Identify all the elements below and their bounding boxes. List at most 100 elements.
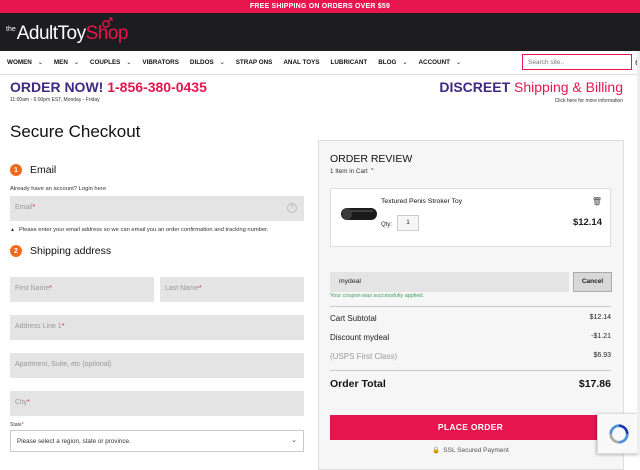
email-note: ▲ Please enter your email address so we c…: [10, 227, 304, 233]
more-info-link[interactable]: Click here for more information: [555, 98, 623, 104]
first-name-field[interactable]: First Name*: [10, 277, 154, 302]
address-line-1-field[interactable]: Address Line 1*: [10, 315, 304, 340]
divider: [330, 370, 611, 371]
nav-label: BLOG: [378, 59, 396, 66]
required-marker: *: [22, 422, 24, 428]
recaptcha-badge[interactable]: [597, 413, 640, 454]
required-marker: *: [27, 399, 30, 406]
shipping-value: $6.93: [593, 352, 611, 359]
nav-item-women[interactable]: WOMEN ⌄: [7, 59, 43, 66]
order-review-title: ORDER REVIEW: [330, 153, 412, 165]
order-bar: ORDER NOW! 1-856-380-0435 11:00am - 6:00…: [0, 75, 640, 111]
nav-item-lubricant[interactable]: LUBRICANT: [331, 59, 368, 66]
nav-item-couples[interactable]: COUPLES ⌄: [90, 59, 131, 66]
placeholder-text: First Name: [15, 285, 49, 292]
page-title: Secure Checkout: [10, 122, 304, 142]
chevron-down-icon: ⌄: [126, 59, 131, 66]
product-name[interactable]: Textured Penis Stroker Toy: [381, 198, 462, 205]
total-label: Order Total: [330, 378, 386, 390]
site-header: the Adult Toy Shop: [0, 13, 640, 51]
logo-adult: Adult: [17, 23, 58, 45]
nav-item-blog[interactable]: BLOG ⌄: [378, 59, 407, 66]
business-hours: 11:00am - 6:00pm EST, Monday - Friday: [10, 97, 100, 103]
email-field[interactable]: Email* ?: [10, 196, 304, 221]
promo-banner: FREE SHIPPING ON ORDERS OVER $59: [0, 0, 640, 13]
chevron-up-icon: ⌃: [370, 168, 375, 175]
cancel-coupon-button[interactable]: Cancel: [573, 272, 612, 292]
logo-the: the: [6, 26, 16, 33]
nav-item-dildos[interactable]: DILDOS⌄: [190, 59, 225, 66]
email-note-text: Please enter your email address so we ca…: [19, 227, 268, 233]
required-marker: *: [62, 323, 65, 330]
nav-item-vibrators[interactable]: VIBRATORS: [142, 59, 179, 66]
step-number: 1: [10, 164, 22, 176]
step-title: Email: [30, 164, 56, 176]
step-title: Shipping address: [30, 245, 111, 257]
ssl-text: SSL Secured Payment: [443, 447, 509, 454]
last-name-placeholder: Last Name*: [165, 285, 202, 292]
city-field[interactable]: City*: [10, 391, 304, 416]
step-number: 2: [10, 245, 22, 257]
subtotal-value: $12.14: [590, 314, 611, 321]
nav-label: VIBRATORS: [142, 59, 179, 66]
placeholder-text: Address Line 1: [15, 323, 62, 330]
order-review-panel: ORDER REVIEW 1 Item in Cart ⌃ Textured P…: [318, 140, 624, 470]
order-now-heading[interactable]: ORDER NOW! 1-856-380-0435: [10, 79, 207, 95]
quantity-input[interactable]: 1: [397, 215, 419, 231]
subtotal-label: Cart Subtotal: [330, 314, 377, 323]
address-line-1-placeholder: Address Line 1*: [15, 323, 64, 330]
nav-label: DILDOS: [190, 59, 214, 66]
items-in-cart-toggle[interactable]: 1 Item in Cart ⌃: [330, 168, 375, 175]
nav-item-anal-toys[interactable]: ANAL TOYS: [283, 59, 319, 66]
email-placeholder: Email*: [15, 204, 35, 211]
chevron-down-icon: ⌄: [402, 59, 407, 66]
qty-label: Qty:: [381, 222, 392, 228]
items-in-cart-text: 1 Item in Cart: [330, 168, 368, 175]
coupon-input[interactable]: mydeal: [330, 272, 569, 292]
nav-label: STRAP ONS: [236, 59, 273, 66]
required-marker: *: [49, 285, 52, 292]
coupon-success-message: Your coupon was successfully applied.: [330, 293, 424, 299]
discount-label: Discount mydeal: [330, 333, 389, 342]
address-line-2-field[interactable]: Apartment, Suite, etc (optional): [10, 353, 304, 378]
last-name-field[interactable]: Last Name*: [160, 277, 304, 302]
discreet-label: DISCREET: [439, 79, 510, 95]
required-marker: *: [199, 285, 202, 292]
required-marker: *: [33, 204, 36, 211]
nav-label: WOMEN: [7, 59, 32, 66]
checkout-form: Secure Checkout 1 Email Already have an …: [10, 111, 304, 452]
item-price: $12.14: [573, 217, 602, 228]
login-link[interactable]: Already have an account? Login here: [10, 186, 304, 192]
site-logo[interactable]: the Adult Toy Shop: [6, 19, 128, 45]
state-select[interactable]: Please select a region, state or provinc…: [10, 430, 304, 452]
placeholder-text: City: [15, 399, 27, 406]
nav-label: COUPLES: [90, 59, 120, 66]
chevron-down-icon: ⌄: [456, 59, 461, 66]
ssl-badge: 🔒SSL Secured Payment: [330, 446, 611, 454]
main-nav: WOMEN⌄ MEN⌄ COUPLES⌄ VIBRATORS DILDOS⌄ S…: [0, 51, 640, 75]
state-select-value: Please select a region, state or provinc…: [17, 438, 131, 445]
nav-item-account[interactable]: ACCOUNT⌄: [418, 59, 461, 66]
cart-item: Textured Penis Stroker Toy 🗑 Qty: 1 $12.…: [330, 188, 611, 247]
discreet-heading[interactable]: DISCREET Shipping & Billing: [439, 79, 623, 95]
gender-symbol-icon: [100, 16, 114, 30]
placeholder-text: Last Name: [165, 285, 199, 292]
triangle-icon: ▲: [10, 227, 15, 233]
help-icon[interactable]: ?: [287, 203, 297, 213]
discount-value: -$1.21: [591, 333, 611, 340]
trash-icon[interactable]: 🗑: [592, 197, 602, 206]
nav-label: ANAL TOYS: [283, 59, 319, 66]
logo-toy: Toy: [58, 23, 86, 45]
search-input[interactable]: [523, 59, 615, 66]
nav-item-men[interactable]: MEN⌄: [54, 59, 79, 66]
recaptcha-icon: [608, 423, 630, 445]
chevron-down-icon: ⌄: [38, 59, 43, 66]
first-name-placeholder: First Name*: [15, 285, 52, 292]
nav-label: MEN: [54, 59, 68, 66]
state-label-text: State: [10, 422, 22, 428]
subtotal-row: Cart Subtotal $12.14: [330, 314, 611, 323]
place-order-button[interactable]: PLACE ORDER: [330, 415, 611, 440]
email-step-header: 1 Email: [10, 164, 304, 176]
nav-item-strap-ons[interactable]: STRAP ONS: [236, 59, 273, 66]
discount-row: Discount mydeal -$1.21: [330, 333, 611, 342]
